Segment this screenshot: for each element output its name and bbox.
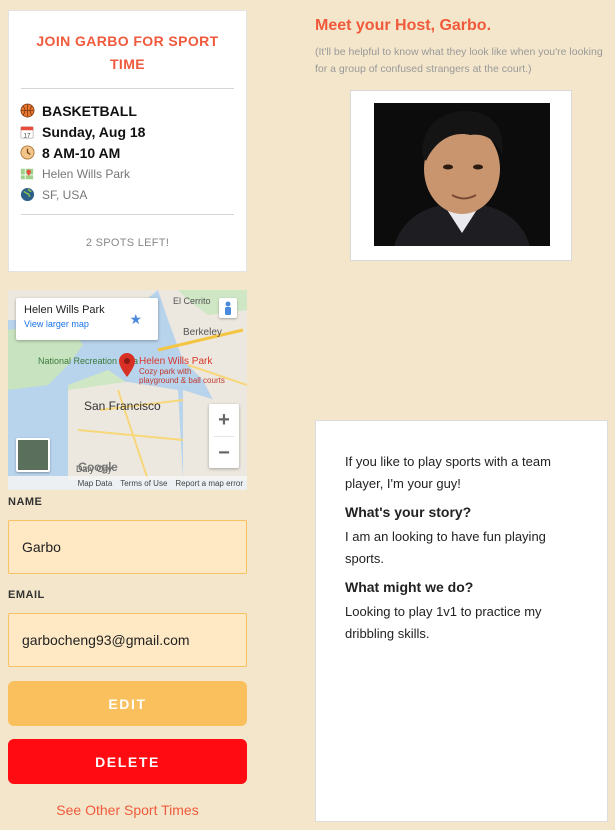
star-icon[interactable]: ★	[129, 311, 142, 328]
map-info-window: Helen Wills Park View larger map ★	[16, 298, 158, 340]
host-heading: Meet your Host, Garbo.	[315, 17, 492, 34]
sport-text: BASKETBALL	[42, 102, 137, 119]
host-photo	[374, 103, 550, 246]
host-bio-card: If you like to play sports with a team p…	[315, 420, 608, 822]
map-footer: Map Data Terms of Use Report a map error	[8, 476, 247, 490]
time-row: 8 AM-10 AM	[19, 142, 236, 163]
street-view-icon[interactable]	[219, 298, 237, 318]
host-subtext: (It'll be helpful to know what they look…	[315, 46, 603, 75]
event-title: JOIN GARBO FOR SPORT TIME	[36, 33, 219, 72]
bio-intro: If you like to play sports with a team p…	[345, 454, 551, 491]
terms-of-use-link[interactable]: Terms of Use	[120, 479, 167, 488]
date-row: 17 Sunday, Aug 18	[19, 121, 236, 142]
location-row: Helen Wills Park	[19, 163, 236, 184]
divider	[21, 214, 234, 215]
name-field[interactable]: Garbo	[8, 520, 247, 574]
basketball-icon	[19, 103, 35, 119]
event-card: JOIN GARBO FOR SPORT TIME BASKETBALL 17 …	[8, 10, 247, 272]
clock-icon	[19, 145, 35, 161]
city-text: SF, USA	[42, 187, 88, 202]
spots-left: 2 SPOTS LEFT!	[85, 237, 170, 249]
calendar-icon: 17	[19, 124, 35, 140]
email-label: EMAIL	[8, 589, 45, 601]
map-pin-label: Helen Wills Park	[139, 356, 213, 367]
bio-question-story: What's your story?	[345, 504, 472, 520]
location-text: Helen Wills Park	[42, 166, 131, 181]
map-data-link[interactable]: Map Data	[78, 479, 113, 488]
google-logo: Google	[78, 460, 118, 474]
svg-text:17: 17	[24, 132, 31, 139]
city-row: SF, USA	[19, 184, 236, 205]
zoom-in-button[interactable]: +	[209, 404, 239, 436]
date-text: Sunday, Aug 18	[42, 123, 146, 140]
map-pin-icon	[19, 166, 35, 182]
location-map[interactable]: Berkeley El Cerrito National Recreation …	[8, 290, 247, 490]
edit-button[interactable]: EDIT	[8, 681, 247, 726]
map-pin-icon[interactable]	[119, 353, 135, 377]
zoom-out-button[interactable]: −	[209, 437, 239, 469]
map-label-berkeley: Berkeley	[183, 327, 222, 338]
report-map-error-link[interactable]: Report a map error	[175, 479, 243, 488]
delete-button[interactable]: DELETE	[8, 739, 247, 784]
event-details: BASKETBALL 17 Sunday, Aug 18 8 AM-10 AM …	[9, 89, 246, 214]
map-label-san-francisco: San Francisco	[84, 399, 161, 413]
satellite-toggle[interactable]	[16, 438, 50, 472]
host-photo-frame	[350, 90, 572, 261]
map-label-el-cerrito: El Cerrito	[173, 296, 211, 306]
name-label: NAME	[8, 496, 43, 508]
bio-answer-activity: Looking to play 1v1 to practice my dribb…	[345, 604, 542, 641]
time-text: 8 AM-10 AM	[42, 144, 121, 161]
email-field[interactable]: garbocheng93@gmail.com	[8, 613, 247, 667]
map-pin-subtitle: Cozy park with playground & ball courts	[139, 367, 225, 385]
bio-question-activity: What might we do?	[345, 579, 474, 595]
globe-icon	[19, 187, 35, 203]
sport-row: BASKETBALL	[19, 100, 236, 121]
bio-answer-story: I am an looking to have fun playing spor…	[345, 529, 546, 566]
see-other-times-link[interactable]: See Other Sport Times	[8, 802, 247, 818]
zoom-control: + −	[209, 404, 239, 468]
